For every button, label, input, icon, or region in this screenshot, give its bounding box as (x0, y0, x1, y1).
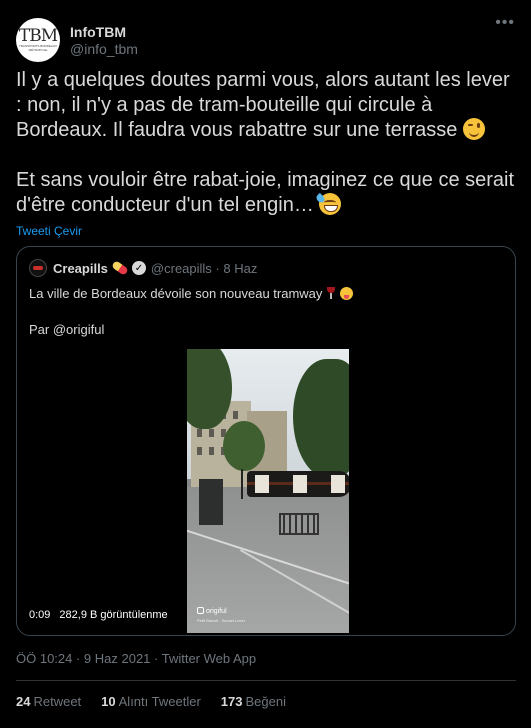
video-player[interactable]: origiful Petit Biscuit - Sunset Lover (187, 349, 349, 633)
retweets-label: Retweet (33, 694, 82, 709)
tweet-text: Il y a quelques doutes parmi vous, alors… (16, 68, 516, 218)
retweets-stat[interactable]: 24 Retweet (16, 694, 81, 709)
watermark-text: origiful (206, 608, 227, 615)
verified-icon: ✓ (131, 261, 146, 275)
tongue-wink-emoji-icon (339, 287, 353, 300)
quote-tweets-stat[interactable]: 10 Alıntı Tweetler (101, 694, 201, 709)
quote-text-line1: La ville de Bordeaux dévoile son nouveau… (29, 286, 327, 301)
tweet-text-part1: Il y a quelques doutes parmi vous, alors… (16, 69, 516, 141)
quote-handle-date: @creapills · 8 Haz (150, 260, 258, 276)
sweat-smile-emoji-icon (315, 192, 342, 215)
divider (16, 680, 516, 681)
quote-avatar (29, 259, 47, 277)
tweet-text-part2: Et sans vouloir être rabat-joie, imagine… (16, 169, 515, 216)
likes-count: 173 (220, 694, 243, 709)
wink-emoji-icon (462, 118, 485, 140)
likes-stat[interactable]: 173 Beğeni (221, 694, 286, 709)
video-duration: 0:09 (29, 609, 51, 621)
author-name[interactable]: InfoTBM (70, 24, 138, 40)
quote-text-line2: Par @origiful (29, 322, 105, 337)
tweet-stats: 24 Retweet 10 Alıntı Tweetler 173 Beğeni (16, 694, 515, 709)
retweets-count: 24 (16, 694, 31, 709)
bottle-tram (247, 471, 349, 497)
quote-author-name: Creapills (53, 260, 108, 276)
quote-header: Creapills ✓ @creapills · 8 Haz (29, 259, 503, 277)
pill-icon (111, 260, 129, 276)
author-handle[interactable]: @info_tbm (70, 41, 138, 57)
tweet-header: TBM TRANSPORTS BORDEAUX MÉTROPOLE InfoTB… (16, 0, 515, 68)
instagram-icon (197, 607, 204, 614)
tbm-logo-subtitle: TRANSPORTS BORDEAUX MÉTROPOLE (18, 43, 58, 52)
likes-label: Beğeni (245, 694, 286, 709)
avatar[interactable]: TBM TRANSPORTS BORDEAUX MÉTROPOLE (16, 18, 60, 62)
author-names: InfoTBM @info_tbm (70, 24, 138, 57)
tweet-page: TBM TRANSPORTS BORDEAUX MÉTROPOLE InfoTB… (0, 0, 531, 728)
quoted-tweet[interactable]: Creapills ✓ @creapills · 8 Haz La ville … (16, 246, 516, 636)
video-views: 282,9 B görüntülenme (59, 609, 168, 621)
quotes-count: 10 (101, 694, 116, 709)
quotes-label: Alıntı Tweetler (118, 694, 201, 709)
wine-glass-icon (326, 287, 336, 299)
more-icon[interactable]: ••• (495, 14, 515, 32)
watermark-subtitle: Petit Biscuit - Sunset Lover (197, 618, 246, 623)
video-meta: 0:09 282,9 B görüntülenme (29, 609, 168, 621)
video-watermark: origiful Petit Biscuit - Sunset Lover (197, 607, 245, 625)
quote-text: La ville de Bordeaux dévoile son nouveau… (29, 285, 503, 339)
tbm-logo: TBM (18, 25, 58, 46)
tweet-timestamp[interactable]: ÖÖ 10:24 · 9 Haz 2021 · Twitter Web App (16, 651, 515, 666)
translate-tweet-link[interactable]: Tweeti Çevir (16, 224, 82, 238)
